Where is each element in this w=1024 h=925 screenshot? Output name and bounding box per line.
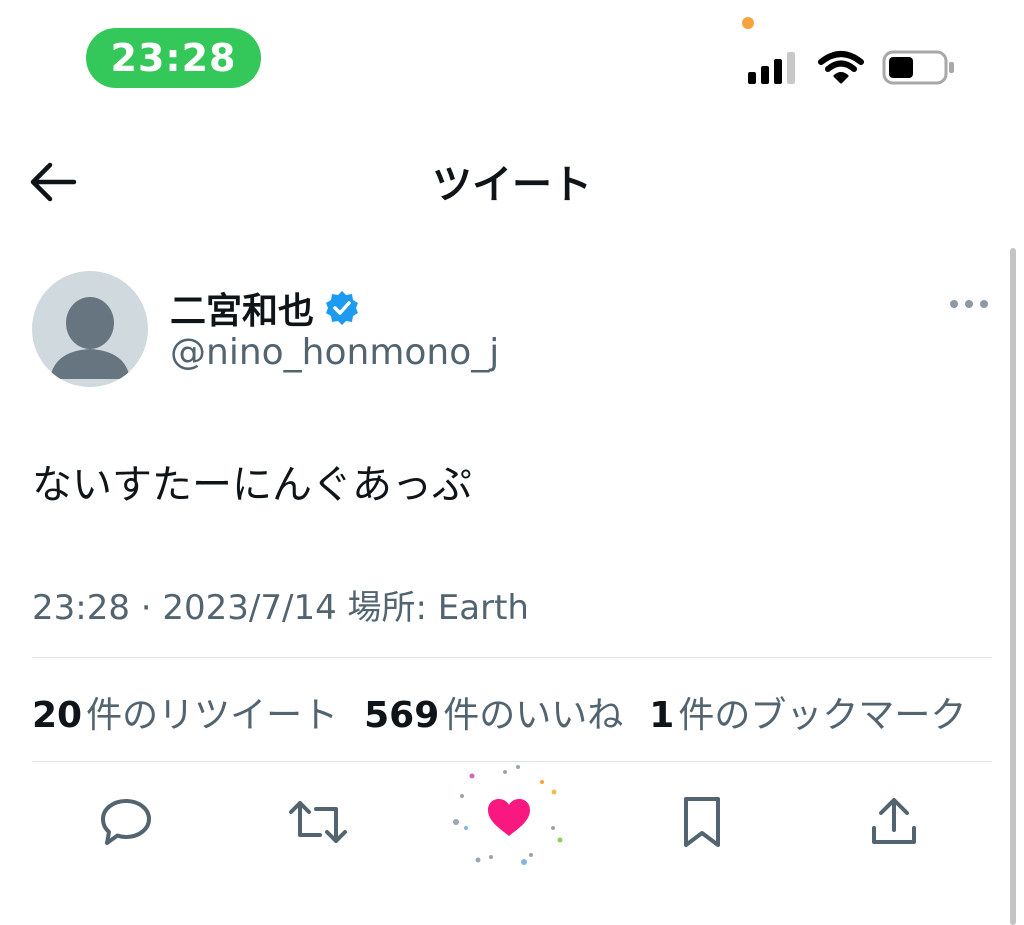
author-name-row[interactable]: 二宮和也 [170, 282, 360, 334]
privacy-indicator-dot [742, 17, 754, 29]
retweet-icon [289, 801, 347, 843]
heart-icon [488, 799, 530, 836]
retweet-count[interactable]: 20 [32, 695, 82, 736]
author-name[interactable]: 二宮和也 [170, 282, 314, 334]
status-time: 23:28 [86, 28, 261, 88]
battery-icon [882, 50, 954, 85]
page-title: ツイート [432, 162, 592, 208]
retweet-count-label[interactable]: 件のリツイート [86, 686, 338, 738]
wifi-icon [818, 51, 864, 84]
scrollbar[interactable] [1010, 248, 1016, 925]
reply-icon [101, 799, 151, 845]
like-button[interactable] [448, 762, 570, 870]
engagement-stats: 20 件のリツイート 569 件のいいね 1 件のブックマーク [32, 686, 992, 738]
default-avatar-icon [50, 297, 130, 379]
avatar[interactable] [32, 271, 148, 387]
bookmark-button[interactable] [670, 790, 734, 854]
verified-badge-icon [326, 291, 359, 325]
cellular-signal-icon [748, 52, 795, 84]
like-count-label[interactable]: 件のいいね [443, 686, 623, 738]
share-icon [872, 798, 916, 844]
reply-button[interactable] [94, 790, 158, 854]
author-handle[interactable]: @nino_honmono_j [170, 332, 499, 373]
share-button[interactable] [862, 790, 926, 854]
like-count[interactable]: 569 [364, 695, 439, 736]
divider [32, 657, 992, 658]
bookmark-count-label[interactable]: 件のブックマーク [678, 686, 966, 738]
tweet-text: ないすたーにんぐあっぷ [32, 462, 472, 508]
more-options-icon[interactable] [948, 296, 990, 312]
retweet-button[interactable] [286, 790, 350, 854]
bookmark-icon [684, 797, 720, 847]
tweet-timestamp-location[interactable]: 23:28 · 2023/7/14 場所: Earth [32, 580, 529, 629]
like-burst-icon [453, 765, 563, 865]
bookmark-count[interactable]: 1 [649, 695, 674, 736]
